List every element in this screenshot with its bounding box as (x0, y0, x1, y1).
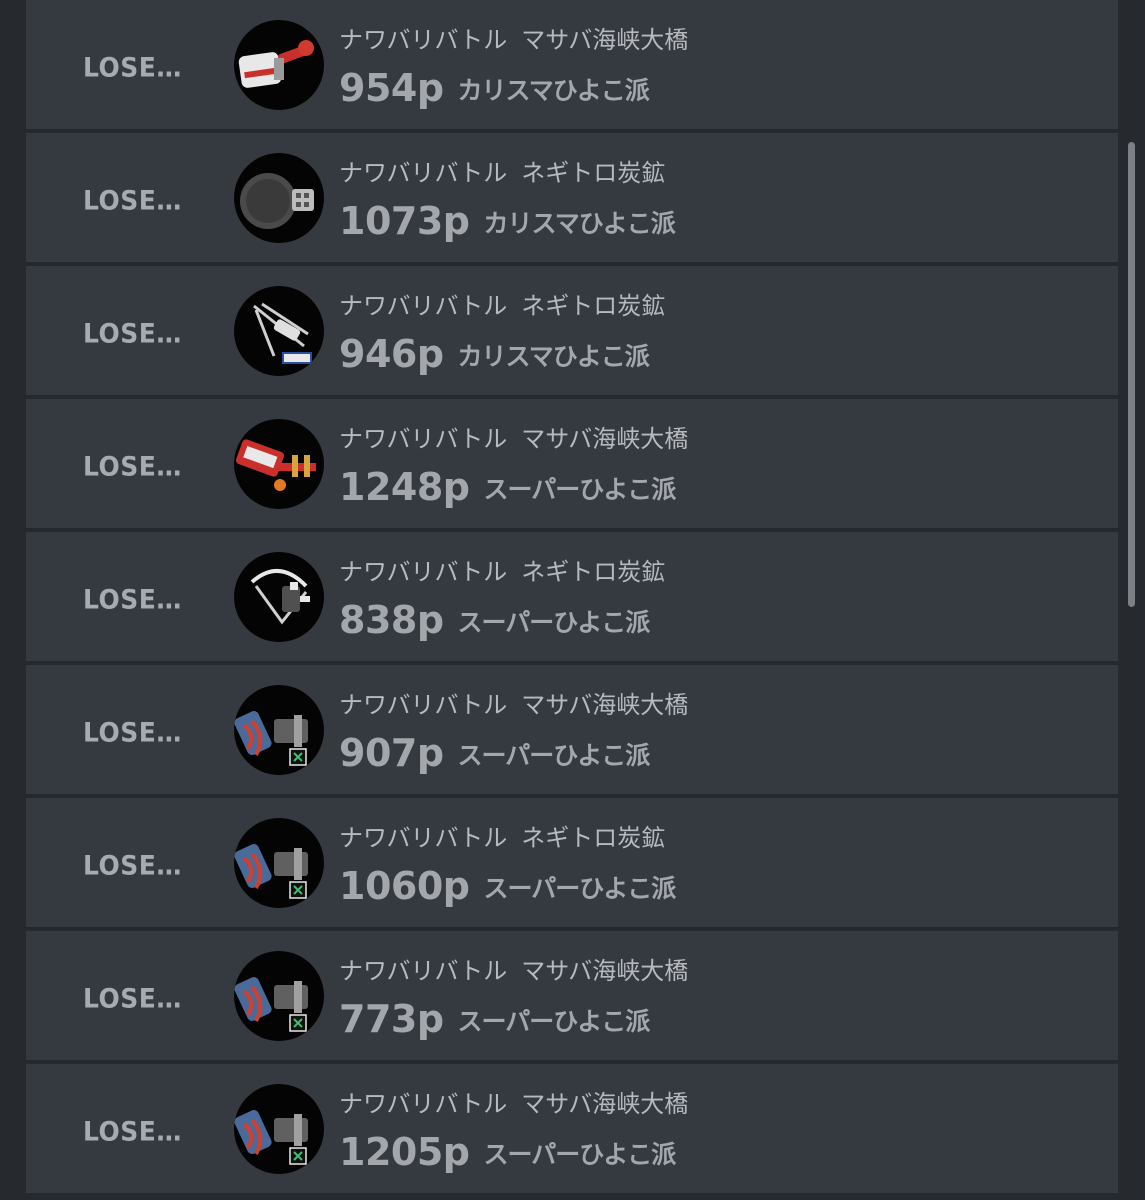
battle-rank: スーパーひよこ派 (457, 741, 651, 770)
battle-points: 773p (339, 997, 444, 1041)
collab-weapon-icon (234, 951, 324, 1041)
battle-stage: ネギトロ炭鉱 (521, 558, 666, 586)
battle-title: ナワバリバトル マサバ海峡大橋 (339, 1084, 688, 1119)
battle-result: LOSE… (83, 1116, 182, 1147)
bow-weapon-icon (234, 552, 324, 642)
battle-row[interactable]: LOSE… ナワバリバトル マサバ海峡大橋 1205p スーパーひよこ派 (26, 1064, 1118, 1195)
battle-row[interactable]: LOSE… ナワバリバトル ネギトロ炭鉱 946p カリスマひよこ派 (26, 266, 1118, 397)
battle-rank: カリスマひよこ派 (483, 209, 675, 238)
collab-weapon-icon (234, 1084, 324, 1174)
battle-row[interactable]: LOSE… ナワバリバトル マサバ海峡大橋 907p スーパーひよこ派 (26, 665, 1118, 796)
battle-title: ナワバリバトル マサバ海峡大橋 (339, 419, 688, 454)
battle-points: 838p (339, 598, 444, 642)
battle-points-line: 773p スーパーひよこ派 (339, 997, 651, 1041)
battle-row[interactable]: LOSE… ナワバリバトル マサバ海峡大橋 773p スーパーひよこ派 (26, 931, 1118, 1062)
battle-mode: ナワバリバトル (339, 691, 508, 719)
battle-rank: スーパーひよこ派 (483, 1140, 676, 1169)
battle-result: LOSE… (83, 185, 182, 216)
scrollbar-thumb[interactable] (1128, 142, 1135, 607)
battle-rank: カリスマひよこ派 (457, 342, 650, 371)
battle-rank: スーパーひよこ派 (457, 608, 651, 637)
battle-mode: ナワバリバトル (339, 824, 508, 852)
battle-points: 946p (339, 332, 444, 376)
battle-title: ナワバリバトル マサバ海峡大橋 (339, 951, 688, 986)
battle-result: LOSE… (83, 584, 182, 615)
battle-stage: ネギトロ炭鉱 (521, 824, 666, 852)
battle-points-line: 838p スーパーひよこ派 (339, 598, 651, 642)
battle-title: ナワバリバトル ネギトロ炭鉱 (339, 818, 665, 853)
frying-pan-weapon-icon (234, 153, 324, 243)
battle-row[interactable]: LOSE… ナワバリバトル ネギトロ炭鉱 838p スーパーひよこ派 (26, 532, 1118, 663)
battle-result: LOSE… (83, 451, 182, 482)
battle-title: ナワバリバトル マサバ海峡大橋 (339, 20, 688, 55)
battle-stage: ネギトロ炭鉱 (521, 292, 666, 320)
battle-row[interactable]: LOSE… ナワバリバトル ネギトロ炭鉱 1073p カリスマひよこ派 (26, 133, 1118, 264)
battle-stage: マサバ海峡大橋 (521, 425, 689, 453)
battle-mode: ナワバリバトル (339, 292, 508, 320)
battle-stage: ネギトロ炭鉱 (521, 159, 666, 187)
battle-mode: ナワバリバトル (339, 159, 508, 187)
collab-weapon-icon (234, 685, 324, 775)
battle-points: 1248p (339, 465, 470, 509)
battle-points-line: 1205p スーパーひよこ派 (339, 1130, 676, 1174)
battle-points-line: 1073p カリスマひよこ派 (339, 199, 676, 243)
battle-points-line: 946p カリスマひよこ派 (339, 332, 650, 376)
battle-points: 907p (339, 731, 444, 775)
battle-stage: マサバ海峡大橋 (521, 1090, 689, 1118)
battle-points-line: 1060p スーパーひよこ派 (339, 864, 676, 908)
battle-mode: ナワバリバトル (339, 1090, 508, 1118)
battle-result: LOSE… (83, 983, 182, 1014)
battle-stage: マサバ海峡大橋 (521, 691, 689, 719)
battle-points: 954p (339, 66, 444, 110)
battle-stage: マサバ海峡大橋 (521, 957, 689, 985)
battle-title: ナワバリバトル ネギトロ炭鉱 (339, 153, 665, 188)
battle-result: LOSE… (83, 717, 182, 748)
battle-row[interactable]: LOSE… ナワバリバトル マサバ海峡大橋 1248p スーパーひよこ派 (26, 399, 1118, 530)
battle-stage: マサバ海峡大橋 (521, 26, 689, 54)
splat-roller-weapon-icon (234, 20, 324, 110)
battle-mode: ナワバリバトル (339, 26, 508, 54)
battle-points: 1205p (339, 1130, 470, 1174)
battle-rank: スーパーひよこ派 (483, 475, 676, 504)
battle-points-line: 1248p スーパーひよこ派 (339, 465, 676, 509)
battle-result: LOSE… (83, 318, 182, 349)
battle-mode: ナワバリバトル (339, 425, 508, 453)
battle-title: ナワバリバトル ネギトロ炭鉱 (339, 552, 665, 587)
battle-history-list: LOSE… ナワバリバトル マサバ海峡大橋 954p カリスマひよこ派 LOSE… (26, 0, 1118, 1200)
collab-weapon-icon (234, 818, 324, 908)
battle-row[interactable]: LOSE… ナワバリバトル マサバ海峡大橋 954p カリスマひよこ派 (26, 0, 1118, 131)
battle-result: LOSE… (83, 850, 182, 881)
battle-points: 1073p (339, 199, 470, 243)
battle-mode: ナワバリバトル (339, 957, 508, 985)
battle-rank: スーパーひよこ派 (457, 1007, 651, 1036)
battle-title: ナワバリバトル マサバ海峡大橋 (339, 685, 688, 720)
battle-points-line: 907p スーパーひよこ派 (339, 731, 651, 775)
battle-row[interactable]: LOSE… ナワバリバトル ネギトロ炭鉱 1060p スーパーひよこ派 (26, 798, 1118, 929)
battle-result: LOSE… (83, 52, 182, 83)
red-roller-weapon-icon (234, 419, 324, 509)
battle-title: ナワバリバトル ネギトロ炭鉱 (339, 286, 665, 321)
battle-mode: ナワバリバトル (339, 558, 508, 586)
battle-rank: カリスマひよこ派 (457, 76, 650, 105)
battle-points-line: 954p カリスマひよこ派 (339, 66, 650, 110)
battle-rank: スーパーひよこ派 (483, 874, 676, 903)
stringer-weapon-icon (234, 286, 324, 376)
battle-points: 1060p (339, 864, 470, 908)
